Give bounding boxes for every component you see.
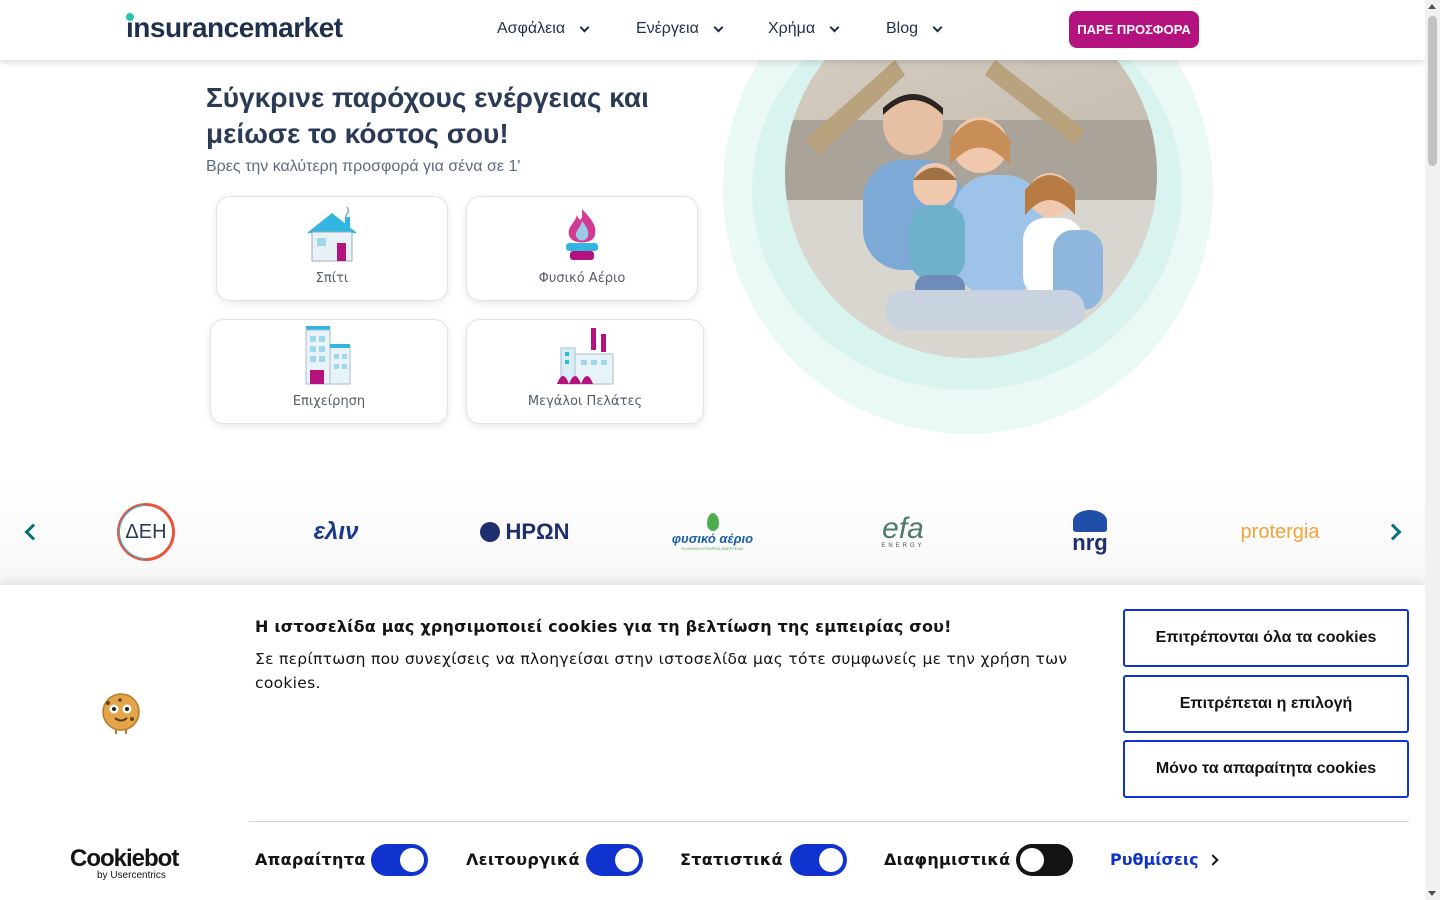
cookiebot-brand: Cookiebot <box>70 845 179 872</box>
partner-name: ΔΕΗ <box>125 520 167 543</box>
toggle-knob <box>1020 848 1044 872</box>
scroll-down-icon[interactable] <box>1428 891 1436 896</box>
partner-subtitle: ΕΛΛΗΝΙΚΗ ΕΤΑΙΡΕΙΑ ΕΝΕΡΓΕΙΑΣ <box>681 546 744 551</box>
heron-mark-icon <box>480 522 501 542</box>
chevron-down-icon <box>579 22 590 32</box>
partner-logo-elin[interactable]: ελιν <box>300 502 372 562</box>
allow-all-cookies-button[interactable]: Επιτρέπονται όλα τα cookies <box>1123 609 1409 667</box>
toggle-label-statistics: Στατιστικά <box>680 850 783 869</box>
card-label: Φυσικό Αέριο <box>538 271 626 286</box>
partner-logo-efa[interactable]: efa ENERGY <box>870 502 936 562</box>
category-card-gas[interactable]: Φυσικό Αέριο <box>466 196 698 301</box>
site-header: insurancemarket Ασφάλεια Ενέργεια Χρήμα … <box>0 0 1425 60</box>
partner-logo-dei[interactable]: ΔΕΗ <box>115 502 177 562</box>
nav-item-blog[interactable]: Blog <box>886 20 943 38</box>
partner-logo-fysiko-aerio[interactable]: φυσικό αέριο ΕΛΛΗΝΙΚΗ ΕΤΑΙΡΕΙΑ ΕΝΕΡΓΕΙΑΣ <box>665 502 760 562</box>
category-card-business[interactable]: Επιχείρηση <box>210 319 448 424</box>
partner-logo-protergia[interactable]: protergia <box>1230 502 1330 562</box>
logo-text: insurancemarket <box>126 12 343 43</box>
category-card-large-clients[interactable]: Μεγάλοι Πελάτες <box>466 319 704 424</box>
toggle-label-necessary: Απαραίτητα <box>255 850 366 869</box>
partner-name: ΗΡΩΝ <box>505 519 570 544</box>
category-card-home[interactable]: Σπίτι <box>216 196 448 301</box>
factory-icon <box>557 328 614 385</box>
nav-label: Ενέργεια <box>636 20 699 37</box>
toggle-functional[interactable] <box>586 844 643 876</box>
cookie-title: Η ιστοσελίδα μας χρησιμοποιεί cookies γι… <box>255 617 952 636</box>
toggle-statistics[interactable] <box>790 844 847 876</box>
carousel-next-icon[interactable] <box>1384 523 1402 541</box>
toggle-knob <box>819 848 843 872</box>
toggle-necessary[interactable] <box>371 844 428 876</box>
partner-name: protergia <box>1240 520 1320 543</box>
cookie-settings-link[interactable]: Ρυθμίσεις <box>1110 850 1199 869</box>
card-label: Επιχείρηση <box>292 394 366 409</box>
cookiebot-logo: Cookiebot by Usercentrics <box>70 845 179 881</box>
toggle-label-functional: Λειτουργικά <box>466 850 580 869</box>
toggle-marketing[interactable] <box>1016 844 1073 876</box>
allow-selection-button[interactable]: Επιτρέπεται η επιλογή <box>1123 675 1409 733</box>
flame-leaf-icon <box>706 513 719 531</box>
partner-logo-nrg[interactable]: nrg <box>1065 502 1115 562</box>
scrollbar-thumb[interactable] <box>1428 16 1437 166</box>
partner-subtitle: ENERGY <box>881 543 925 549</box>
nav-label: Ασφάλεια <box>497 20 566 37</box>
carousel-prev-icon[interactable] <box>24 523 42 541</box>
partner-name: φυσικό αέριο <box>671 531 754 546</box>
cookie-banner: Η ιστοσελίδα μας χρησιμοποιεί cookies γι… <box>0 585 1425 900</box>
cookie-description: Σε περίπτωση που συνεχίσεις να πλοηγείσα… <box>255 650 1068 692</box>
nav-item-energy[interactable]: Ενέργεια <box>636 20 724 38</box>
nav-label: Blog <box>886 20 919 37</box>
toggle-label-marketing: Διαφημιστικά <box>884 850 1011 869</box>
partner-logo-heron[interactable]: ΗΡΩΝ <box>474 502 576 562</box>
nav-label: Χρήμα <box>768 20 816 37</box>
card-label: Σπίτι <box>315 271 349 286</box>
hero-title: Σύγκρινε παρόχους ενέργειας και μείωσε τ… <box>206 82 649 149</box>
partner-carousel: ΔΕΗ ελιν ΗΡΩΝ φυσικό αέριο ΕΛΛΗΝΙΚΗ ΕΤΑΙ… <box>0 480 1425 585</box>
logo-dot <box>126 13 134 21</box>
cookie-mascot-icon <box>102 693 140 734</box>
toggle-knob <box>400 848 424 872</box>
necessary-only-button[interactable]: Μόνο τα απαραίτητα cookies <box>1123 740 1409 798</box>
partner-name: nrg <box>1072 530 1108 555</box>
card-label: Μεγάλοι Πελάτες <box>527 394 643 409</box>
page-scrollbar[interactable] <box>1425 0 1440 900</box>
house-icon <box>307 206 357 262</box>
get-offer-button[interactable]: ΠΑΡΕ ΠΡΟΣΦΟΡΑ <box>1069 11 1199 48</box>
partner-name: efa <box>882 512 924 545</box>
chevron-down-icon <box>829 22 840 32</box>
toggle-knob <box>615 848 639 872</box>
site-logo[interactable]: insurancemarket <box>126 12 343 44</box>
nrg-wave-icon <box>1073 510 1107 532</box>
nav-item-insurance[interactable]: Ασφάλεια <box>497 20 590 38</box>
nav-item-money[interactable]: Χρήμα <box>768 20 840 38</box>
chevron-down-icon <box>932 22 943 32</box>
business-building-icon <box>305 326 351 385</box>
hero-subtitle: Βρες την καλύτερη προσφορά για σένα σε 1… <box>206 158 521 175</box>
chevron-right-icon[interactable] <box>1207 854 1219 866</box>
scroll-up-icon[interactable] <box>1428 4 1436 9</box>
partner-name: ελιν <box>313 518 359 545</box>
cookie-divider <box>249 821 1409 822</box>
chevron-down-icon <box>713 22 724 32</box>
gas-flame-icon <box>566 209 598 260</box>
